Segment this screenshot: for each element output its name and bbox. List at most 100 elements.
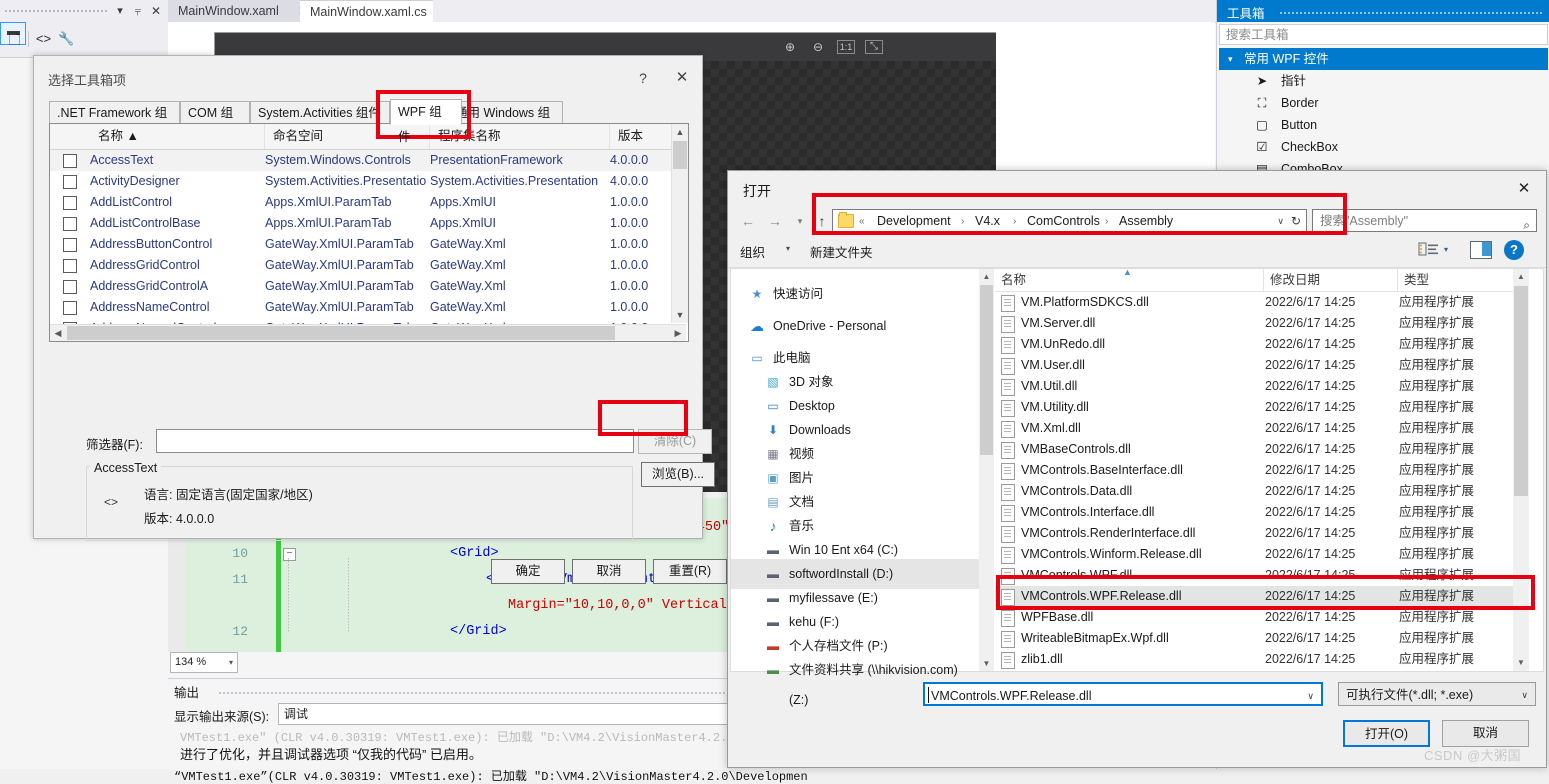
table-row[interactable]: AddressNameControl GateWay.XmlUI.ParamTa… xyxy=(50,297,686,318)
scroll-left-icon[interactable]: ◀ xyxy=(50,325,66,341)
list-item[interactable]: VMControls.BaseInterface.dll 2022/6/17 1… xyxy=(995,460,1513,481)
list-item[interactable]: VMControls.Interface.dll 2022/6/17 14:25… xyxy=(995,502,1513,523)
search-input[interactable]: 搜索"Assembly" ⌕ xyxy=(1312,209,1537,232)
list-horizontal-scrollbar[interactable]: ◀ ▶ xyxy=(50,324,686,341)
tab-common-windows[interactable]: 通用 Windows 组件 xyxy=(447,101,563,143)
actual-size-icon[interactable]: 1:1 xyxy=(837,40,855,54)
up-icon[interactable]: ↑ xyxy=(812,211,832,231)
cancel-button[interactable]: 取消 xyxy=(1442,720,1529,747)
fold-toggle-icon[interactable]: − xyxy=(283,548,296,561)
scroll-up-icon[interactable]: ▲ xyxy=(979,269,994,284)
toolbox-group-common-wpf[interactable]: ▾ 常用 WPF 控件 xyxy=(1219,48,1548,70)
zoom-out-icon[interactable]: ⊖ xyxy=(809,38,827,56)
new-folder-button[interactable]: 新建文件夹 xyxy=(810,242,873,261)
scrollbar-thumb[interactable] xyxy=(1514,286,1528,496)
list-item[interactable]: VM.PlatformSDKCS.dll 2022/6/17 14:25 应用程… xyxy=(995,292,1513,313)
column-header-date[interactable]: 修改日期 xyxy=(1263,269,1397,291)
chevron-down-icon[interactable]: ∨ xyxy=(1307,686,1314,706)
list-item[interactable]: VM.Xml.dll 2022/6/17 14:25 应用程序扩展 xyxy=(995,418,1513,439)
filename-input[interactable]: VMControls.WPF.Release.dll ∨ xyxy=(923,682,1323,706)
panel-pin-icon[interactable]: ⫧ xyxy=(130,3,146,19)
cancel-button[interactable]: 取消 xyxy=(572,559,646,584)
table-row[interactable]: ActivityDesigner System.Activities.Prese… xyxy=(50,171,686,192)
list-item[interactable]: zlib1.dll 2022/6/17 14:25 应用程序扩展 xyxy=(995,649,1513,670)
list-item-selected[interactable]: VMControls.WPF.Release.dll 2022/6/17 14:… xyxy=(995,586,1513,607)
navigation-pane[interactable]: ★ 快速访问 ☁ OneDrive - Personal ▭ 此电脑 ▧ 3D … xyxy=(731,269,979,707)
tab-wpf[interactable]: WPF 组件 xyxy=(390,99,462,144)
toolbox-item-pointer[interactable]: ➤ 指针 xyxy=(1219,71,1548,92)
row-checkbox[interactable] xyxy=(63,259,77,273)
tab-mainwindow-xaml[interactable]: MainWindow.xaml ✕ ⫧ xyxy=(168,0,314,39)
breadcrumb-item-v4x[interactable]: V4.x xyxy=(975,210,1000,233)
column-header-version[interactable]: 版本 xyxy=(610,124,670,149)
ok-button[interactable]: 确定 xyxy=(491,559,565,584)
breadcrumb[interactable]: « Development › V4.x › ComControls › Ass… xyxy=(832,209,1307,234)
table-row[interactable]: AddListControl Apps.XmlUI.ParamTab Apps.… xyxy=(50,192,686,213)
toolbox-item-button[interactable]: ▢ Button xyxy=(1219,115,1548,136)
row-checkbox[interactable] xyxy=(63,280,77,294)
toolbox-item-checkbox[interactable]: ☑ CheckBox xyxy=(1219,137,1548,158)
reset-button[interactable]: 重置(R) xyxy=(653,559,727,584)
nav-item-onedrive[interactable]: ☁ OneDrive - Personal xyxy=(731,311,979,341)
panel-close-icon[interactable]: ✕ xyxy=(148,3,164,19)
refresh-icon[interactable]: ↻ xyxy=(1291,210,1301,233)
list-item[interactable]: WPFBase.dll 2022/6/17 14:25 应用程序扩展 xyxy=(995,607,1513,628)
scrollbar-thumb[interactable] xyxy=(980,285,993,455)
panel-dropdown-icon[interactable]: ▾ xyxy=(112,3,128,19)
scroll-down-icon[interactable]: ▼ xyxy=(1513,655,1529,671)
recent-locations-icon[interactable]: ▾ xyxy=(790,211,810,231)
breadcrumb-separator[interactable]: › xyxy=(1013,210,1016,233)
browse-button[interactable]: 浏览(B)... xyxy=(641,462,715,487)
chevron-down-icon[interactable]: ▾ xyxy=(786,244,790,253)
list-item[interactable]: VMBaseControls.dll 2022/6/17 14:25 应用程序扩… xyxy=(995,439,1513,460)
table-row[interactable]: AddListControlBase Apps.XmlUI.ParamTab A… xyxy=(50,213,686,234)
scroll-down-icon[interactable]: ▼ xyxy=(672,307,688,323)
wrench-icon[interactable]: 🔧 xyxy=(56,29,77,49)
editor-zoom-combo[interactable]: 134 % ▾ xyxy=(170,652,238,673)
zoom-in-icon[interactable]: ⊕ xyxy=(781,38,799,56)
copy-icon[interactable]: 🗋 xyxy=(4,29,25,49)
list-item[interactable]: VM.Server.dll 2022/6/17 14:25 应用程序扩展 xyxy=(995,313,1513,334)
close-icon[interactable]: ✕ xyxy=(1508,176,1540,202)
open-button[interactable]: 打开(O) xyxy=(1343,720,1430,747)
file-list-scrollbar[interactable]: ▲ ▼ xyxy=(1513,269,1529,671)
chevron-down-icon[interactable]: ∨ xyxy=(1521,685,1528,705)
list-item[interactable]: VMControls.Winform.Release.dll 2022/6/17… xyxy=(995,544,1513,565)
filter-input[interactable] xyxy=(156,429,634,453)
chevron-down-icon[interactable]: ▾ xyxy=(229,653,233,672)
nav-item-quick-access[interactable]: ★ 快速访问 xyxy=(731,279,979,309)
scrollbar-thumb[interactable] xyxy=(673,141,687,169)
list-item[interactable]: VMControls.WPF.dll 2022/6/17 14:25 应用程序扩… xyxy=(995,565,1513,586)
list-item[interactable]: WriteableBitmapEx.Wpf.dll 2022/6/17 14:2… xyxy=(995,628,1513,649)
close-icon[interactable]: ✕ xyxy=(669,66,695,90)
chevron-down-icon[interactable]: ▾ xyxy=(1444,245,1448,254)
row-checkbox[interactable] xyxy=(63,301,77,315)
scroll-up-icon[interactable]: ▲ xyxy=(672,124,688,140)
tab-system-activities[interactable]: System.Activities 组件 xyxy=(250,101,390,124)
scroll-down-icon[interactable]: ▼ xyxy=(979,656,994,671)
row-checkbox[interactable] xyxy=(63,217,77,231)
tab-mainwindow-xaml-cs[interactable]: MainWindow.xaml.cs xyxy=(300,0,433,22)
breadcrumb-separator[interactable]: › xyxy=(961,210,964,233)
scroll-up-icon[interactable]: ▲ xyxy=(1513,269,1529,285)
column-header-assembly[interactable]: 程序集名称 xyxy=(430,124,610,149)
column-header-type[interactable]: 类型 xyxy=(1397,269,1513,291)
chevron-down-icon[interactable]: ∨ xyxy=(1277,210,1284,233)
table-row[interactable]: AddressGridControlA GateWay.XmlUI.ParamT… xyxy=(50,276,686,297)
preview-pane-icon[interactable] xyxy=(1470,241,1492,259)
back-icon[interactable]: ← xyxy=(738,211,758,231)
breadcrumb-item-assembly[interactable]: Assembly xyxy=(1119,210,1173,233)
output-source-combo[interactable]: 调试 ▾ xyxy=(278,703,745,725)
help-icon[interactable]: ? xyxy=(1504,240,1524,260)
breadcrumb-item-comcontrols[interactable]: ComControls xyxy=(1027,210,1100,233)
code-icon[interactable]: <> xyxy=(33,29,54,49)
table-row[interactable]: AddressGridControl GateWay.XmlUI.ParamTa… xyxy=(50,255,686,276)
table-row[interactable]: AddressButtonControl GateWay.XmlUI.Param… xyxy=(50,234,686,255)
organize-button[interactable]: 组织 xyxy=(740,242,765,261)
nav-pane-scrollbar[interactable]: ▲ ▼ xyxy=(979,269,994,671)
scrollbar-thumb[interactable] xyxy=(67,326,615,340)
row-checkbox[interactable] xyxy=(63,196,77,210)
list-item[interactable]: VM.Util.dll 2022/6/17 14:25 应用程序扩展 xyxy=(995,376,1513,397)
toolbox-items-list[interactable]: 名称 ▲ 命名空间 程序集名称 版本 AccessText System.Win… xyxy=(49,123,689,342)
row-checkbox[interactable] xyxy=(63,238,77,252)
